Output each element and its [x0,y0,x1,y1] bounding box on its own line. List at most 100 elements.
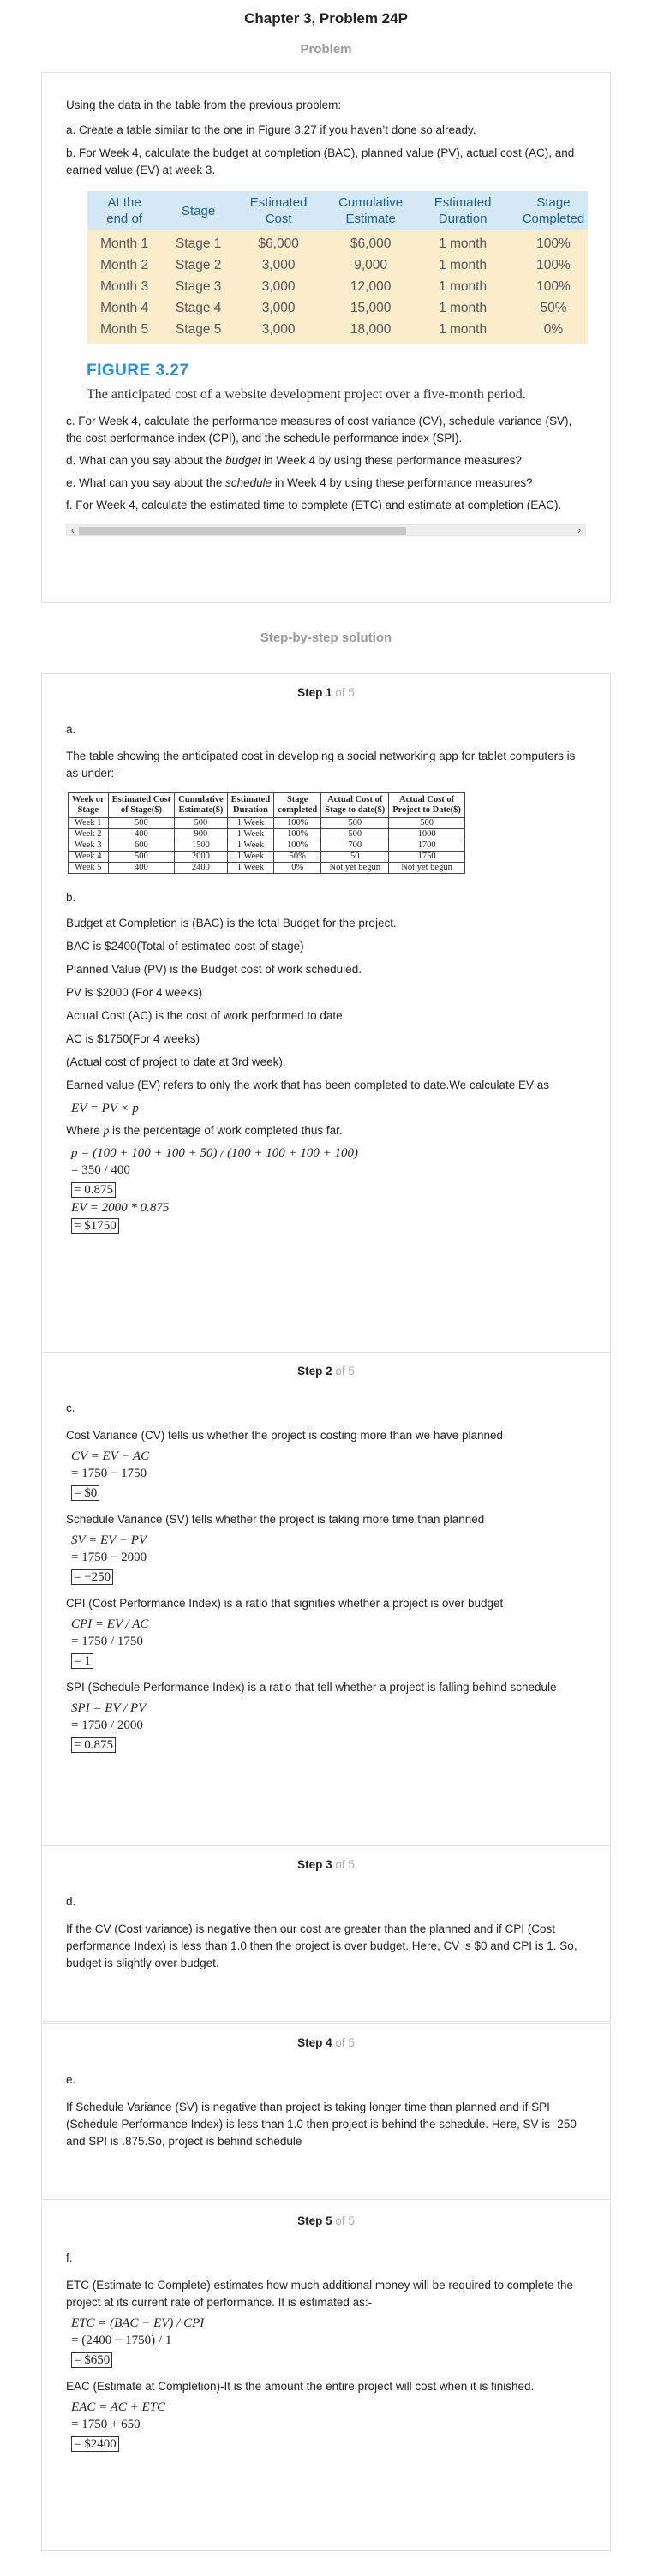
figure-table-scroll-area[interactable]: At the end of Stage Estimated Cost Cumulative… [87,191,588,348]
ev-result-box: = $1750 [71,1218,119,1234]
week-table-row: Week 5 400 2400 1 Week 0% Not yet begun Not ye… [68,862,465,874]
week-table-header-cell: Stage completed [273,792,322,818]
spi-text: SPI (Schedule Performance Index) is a ra… [66,1681,557,1694]
problem-section-label: Problem [300,42,352,57]
week-table-cell: 1500 [174,840,228,852]
week-table-cell: 1000 [388,828,465,840]
sv-result-box: = −250 [71,1569,114,1585]
step-5-label: f. [66,2251,73,2264]
figure-header-cell: At the end of [87,191,163,230]
problem-part-b: b. For Week 4, calculate the budget at c… [66,146,575,176]
figure-table-cell: 3,000 [235,254,323,276]
figure-table-cell: Month 1 [87,230,163,254]
figure-table-cell: 3,000 [235,276,323,297]
week-table-header-cell: Cumulative Estimate($) [174,792,228,818]
etc-text: ETC (Estimate to Complete) estimates how… [66,2279,574,2309]
figure-table-row: Month 2 Stage 2 3,000 9,000 1 month 100% [87,254,588,276]
figure-table-cell: $6,000 [235,230,323,254]
week-table-header-cell: Week or Stage [68,792,109,818]
sv-formula: SV = EV − PV [71,1533,147,1547]
spi-line: = 1750 / 2000 [71,1718,143,1732]
figure-table-row: Month 1 Stage 1 $6,000 $6,000 1 month 100% [87,230,588,254]
week-table-cell: 600 [107,840,176,852]
figure-table-row: Month 5Stage 53,00018,0001 month0%Nc [87,319,588,344]
figure-table-cell: 100% [506,230,588,254]
scrollbar-thumb[interactable] [79,527,406,535]
where-p-text: Where p is the percentage of work comple… [66,1124,343,1137]
week-table-cell: Not yet begun [388,862,465,874]
step-1-header: Step 1 of 5 [297,686,355,699]
step-1-line: (Actual cost of project to date at 3rd w… [66,1055,286,1068]
week-table-row: Week 2 400 900 1 Week 100% 500 1000 [68,828,465,840]
step-4-card: Step 4 of 5 e. If Schedule Variance (SV)… [41,2023,611,2200]
figure-table-row: Month 3 Stage 3 3,000 12,000 1 month 100% [87,276,588,297]
cpi-text: CPI (Cost Performance Index) is a ratio … [66,1597,504,1610]
week-table-cell: 50 [320,851,390,863]
step-1-part-a-label: a. [66,723,76,736]
etc-formula: ETC = (BAC − EV) / CPI [71,2316,205,2330]
solution-section-label: Step-by-step solution [260,631,392,645]
spi-formula: SPI = EV / PV [71,1701,147,1715]
step-1-line: AC is $1750(For 4 weeks) [66,1032,200,1045]
sv-line: = 1750 − 2000 [71,1551,147,1564]
figure-table-cell: 1 month [419,319,507,344]
step-4-label: e. [66,2073,76,2086]
eac-formula: EAC = AC + ETC [71,2400,165,2414]
figure-table-cell: 1 month [419,276,507,297]
step-3-label: d. [66,1895,76,1908]
week-table-cell: 1 Week [226,840,275,852]
scroll-left-icon[interactable]: ‹ [67,523,79,536]
horizontal-scrollbar[interactable]: ‹ › [66,523,586,536]
figure-table-cell: Month 5 [87,319,163,344]
cpi-line: = 1750 / 1750 [71,1635,143,1648]
week-cost-table: Week or Stage Estimated Cost of Stage($) Cum… [68,792,465,874]
step-1-part-a-text: The table showing the anticipated cost i… [66,750,576,780]
figure-table-cell: 18,000 [322,319,420,344]
week-table-cell: 700 [320,840,390,852]
problem-part-a: a. Create a table similar to the one in … [66,123,476,136]
step-1-card: Step 1 of 5 a. The table showing the ant… [41,673,611,1353]
week-table-cell: 0% [273,862,322,874]
week-table-header-cell: Estimated Cost of Stage($) [107,792,176,818]
week-table-cell: 500 [388,817,465,829]
figure-caption: The anticipated cost of a website develo… [87,387,526,402]
figure-table-row: Month 4 Stage 4 3,000 15,000 1 month 50% [87,297,588,319]
step-1-line: Earned value (EV) refers to only the wor… [66,1079,550,1091]
week-table-row: Week 4 500 2000 1 Week 50% 50 1750 [68,851,465,863]
figure-table-cell: Stage 1 [162,230,236,254]
cv-text: Cost Variance (CV) tells us whether the … [66,1429,504,1442]
week-table-cell: 1700 [388,840,465,852]
step-1-line: Planned Value (PV) is the Budget cost of… [66,963,362,976]
ev-formula: EV = PV × p [71,1102,139,1115]
figure-table-cell: Month 3 [87,276,163,297]
week-table-cell: 50% [273,851,322,863]
step-3-text: If the CV (Cost variance) is negative th… [66,1922,577,1969]
cv-line: = 1750 − 1750 [71,1467,147,1480]
figure-header-cell: Stage [162,191,236,230]
week-table-cell: Week 5 [68,862,109,874]
cv-formula: CV = EV − AC [71,1449,150,1463]
scroll-right-icon[interactable]: › [573,523,585,536]
week-table-row: Week 3 600 1500 1 Week 100% 700 1700 [68,840,465,852]
figure-table-cell: 3,000 [235,297,323,319]
p-line-2: = 350 / 400 [71,1163,130,1177]
step-4-text: If Schedule Variance (SV) is negative th… [66,2101,577,2148]
step-2-card: Step 2 of 5 c. Cost Variance (CV) tells … [41,1352,611,1846]
step-1-line: PV is $2000 (For 4 weeks) [66,986,203,999]
week-table-cell: 400 [107,828,176,840]
week-table-cell: Week 1 [68,817,109,829]
week-table-cell: 500 [320,817,390,829]
etc-result-box: = $650 [71,2352,113,2368]
figure-table-cell: Month 2 [87,254,163,276]
week-table-cell: Not yet begun [320,862,390,874]
page-title: Chapter 3, Problem 24P [244,10,408,27]
week-table-header-cell: Estimated Duration [226,792,275,818]
figure-table-cell: 100% [506,254,588,276]
sv-text: Schedule Variance (SV) tells whether the… [66,1513,485,1526]
figure-header-cell: Estimated Duration [419,191,507,230]
problem-part-e: e. What can you say about the schedule i… [66,476,533,489]
step-3-card: Step 3 of 5 d. If the CV (Cost variance)… [41,1845,611,2022]
figure-table-cell: 1 month [419,230,507,254]
figure-table-cell: 1 month [419,254,507,276]
problem-part-d: d. What can you say about the budget in … [66,454,522,467]
